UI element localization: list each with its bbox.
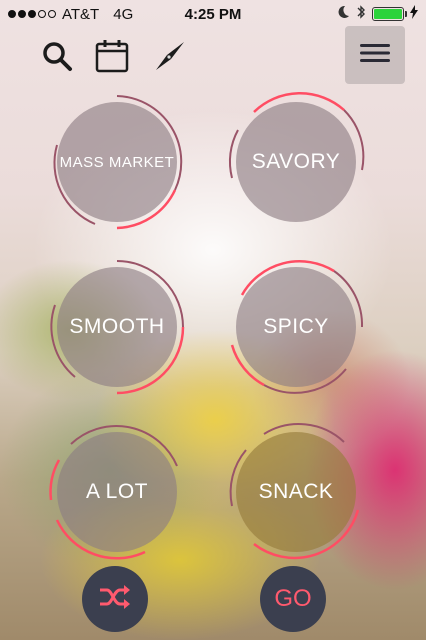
- category-mass-market[interactable]: MASS MARKET: [45, 90, 189, 234]
- bluetooth-icon: [356, 4, 366, 24]
- status-bar: AT&T 4G 4:25 PM: [0, 0, 426, 28]
- category-disc: SAVORY: [236, 102, 356, 222]
- signal-strength-icon: [8, 10, 56, 18]
- category-disc: MASS MARKET: [57, 102, 177, 222]
- status-bar-right: [336, 4, 418, 24]
- category-label: SAVORY: [251, 150, 341, 173]
- go-label: GO: [274, 585, 312, 612]
- status-bar-left: AT&T 4G: [8, 6, 133, 23]
- category-label: A LOT: [85, 480, 149, 503]
- menu-button[interactable]: [345, 26, 405, 84]
- category-disc: A LOT: [57, 432, 177, 552]
- shuffle-icon: [98, 584, 132, 614]
- category-disc: SNACK: [236, 432, 356, 552]
- category-disc: SPICY: [236, 267, 356, 387]
- category-spicy[interactable]: SPICY: [224, 255, 368, 399]
- go-button[interactable]: GO: [260, 566, 326, 632]
- do-not-disturb-icon: [336, 5, 350, 23]
- hamburger-menu-icon: [360, 43, 390, 68]
- category-label: SNACK: [258, 480, 334, 503]
- network-type: 4G: [113, 5, 134, 23]
- category-a-lot[interactable]: A LOT: [45, 420, 189, 564]
- category-snack[interactable]: SNACK: [224, 420, 368, 564]
- compass-icon[interactable]: [152, 38, 188, 74]
- search-icon[interactable]: [39, 38, 75, 74]
- category-label: SMOOTH: [69, 315, 165, 338]
- shuffle-button[interactable]: [82, 566, 148, 632]
- category-disc: SMOOTH: [57, 267, 177, 387]
- carrier-name: AT&T: [62, 5, 100, 23]
- category-label: SPICY: [263, 315, 329, 338]
- category-smooth[interactable]: SMOOTH: [45, 255, 189, 399]
- calendar-icon[interactable]: [94, 38, 130, 74]
- category-label: MASS MARKET: [59, 153, 175, 171]
- category-savory[interactable]: SAVORY: [224, 90, 368, 234]
- battery-icon: [372, 7, 407, 21]
- charging-bolt-icon: [410, 5, 418, 23]
